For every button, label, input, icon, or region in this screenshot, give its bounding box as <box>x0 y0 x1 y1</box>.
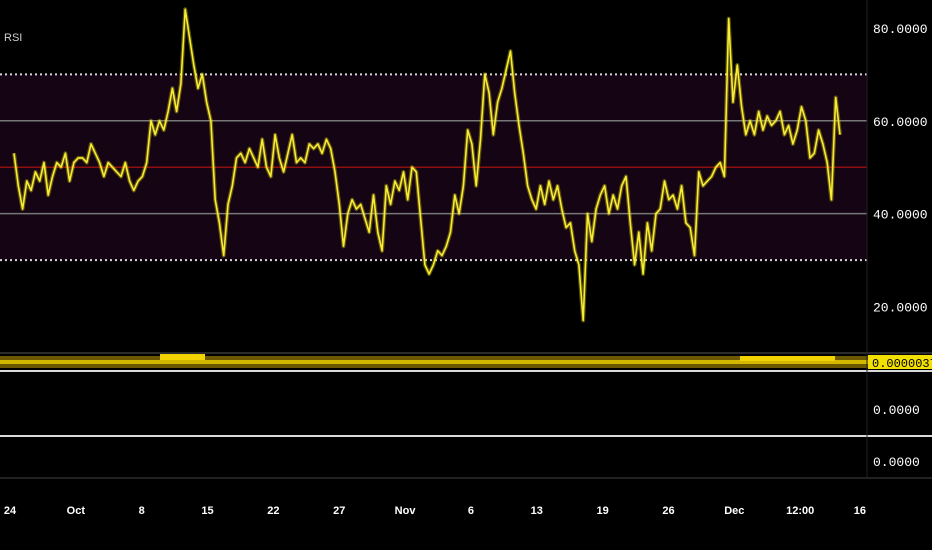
y-tick-label: 20.0000 <box>873 301 928 316</box>
x-tick-label: 24 <box>4 505 17 517</box>
y-tick-label: 40.0000 <box>873 208 928 223</box>
x-tick-label: 19 <box>596 505 608 517</box>
volume-strip-highlight <box>0 360 868 364</box>
volume-strip-bump-2 <box>740 356 835 361</box>
y-tick-label: 80.0000 <box>873 22 928 37</box>
x-tick-label: 16 <box>854 505 866 517</box>
panel-3-value: 0.0000 <box>873 455 920 470</box>
volume-panel-value: 0.00000375 <box>872 357 932 371</box>
chart-title: RSI <box>4 32 22 44</box>
x-tick-label: 8 <box>139 505 145 517</box>
x-tick-label: Nov <box>395 505 417 517</box>
x-tick-label: 22 <box>267 505 279 517</box>
x-tick-label: 15 <box>201 505 213 517</box>
x-tick-label: Oct <box>67 505 86 517</box>
panel-2-value: 0.0000 <box>873 403 920 418</box>
x-tick-label: 13 <box>531 505 543 517</box>
rsi-chart: RSI 20.000040.000060.000080.0000 0.00000… <box>0 0 932 550</box>
x-tick-label: 6 <box>468 505 474 517</box>
x-tick-label: 26 <box>662 505 674 517</box>
x-tick-label: Dec <box>724 505 744 517</box>
x-tick-label: 27 <box>333 505 345 517</box>
volume-strip-bump-1 <box>160 354 205 360</box>
x-tick-label: 12:00 <box>786 505 814 517</box>
y-tick-label: 60.0000 <box>873 115 928 130</box>
